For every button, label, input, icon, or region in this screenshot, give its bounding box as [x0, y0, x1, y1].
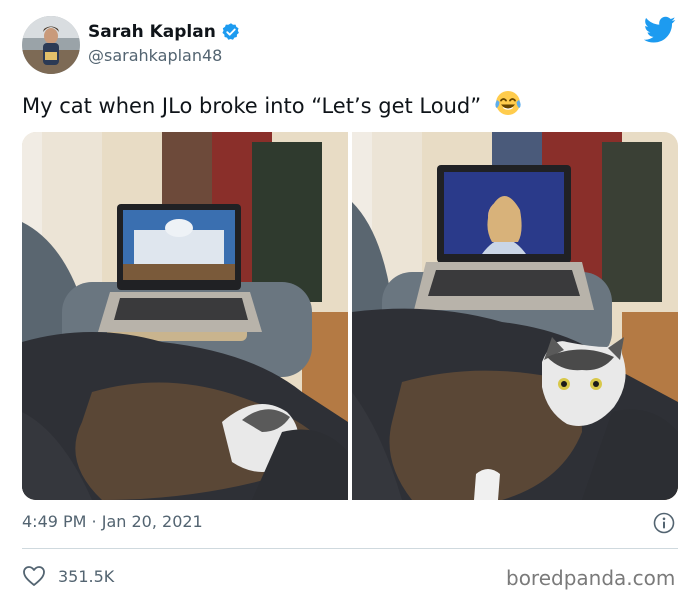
heart-icon [23, 566, 45, 586]
like-count: 351.5K [58, 566, 115, 586]
tweet-photo-right[interactable] [352, 132, 678, 500]
watermark: boredpanda.com [506, 566, 676, 590]
face-with-tears-of-joy-icon [495, 91, 521, 115]
author-handle[interactable]: @sarahkaplan48 [88, 46, 222, 65]
like-button[interactable]: 351.5K [22, 565, 114, 587]
tweet-timestamp[interactable]: 4:49 PM · Jan 20, 2021 [22, 512, 203, 531]
avatar[interactable] [22, 16, 80, 74]
twitter-bird-icon[interactable] [644, 16, 676, 44]
divider [22, 548, 678, 549]
verified-badge-icon [222, 23, 239, 40]
tweet-text-body: My cat when JLo broke into “Let’s get Lo… [22, 94, 482, 118]
author-name-row[interactable]: Sarah Kaplan [88, 22, 241, 42]
tweet-text: My cat when JLo broke into “Let’s get Lo… [22, 89, 522, 118]
author-name[interactable]: Sarah Kaplan [88, 22, 216, 42]
info-icon[interactable] [653, 512, 675, 534]
tweet-photo-left[interactable] [22, 132, 348, 500]
